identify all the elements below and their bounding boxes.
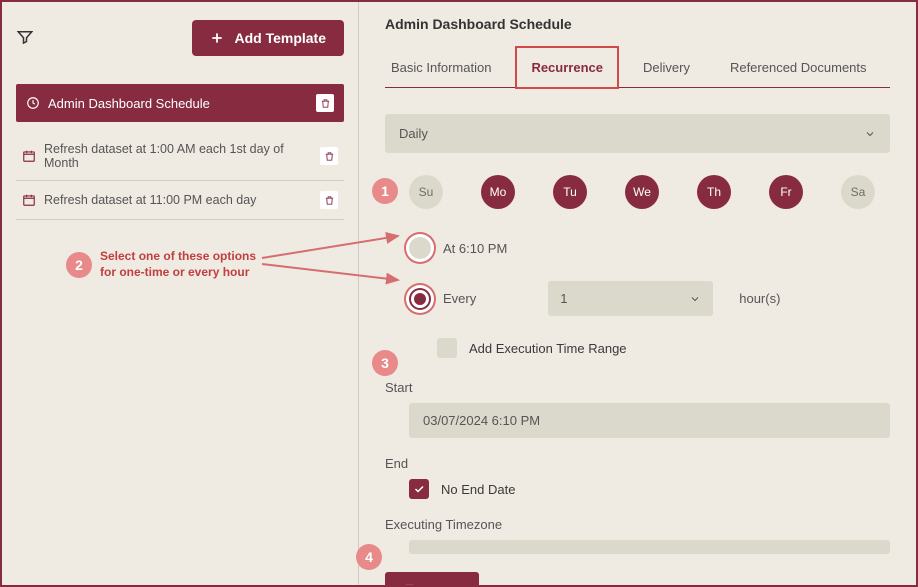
frequency-value: Daily	[399, 126, 428, 141]
no-end-date-checkbox[interactable]	[409, 479, 429, 499]
app-frame: Add Template Admin Dashboard Schedule	[0, 0, 918, 587]
content-panel: Admin Dashboard Schedule Basic Informati…	[358, 2, 916, 585]
delete-row-button[interactable]	[320, 191, 338, 209]
add-execution-range-row: Add Execution Time Range	[437, 338, 890, 358]
add-execution-range-label: Add Execution Time Range	[469, 341, 627, 356]
chevron-down-icon	[864, 128, 876, 140]
callout-arrow	[262, 230, 422, 290]
hour-unit-label: hour(s)	[739, 291, 780, 306]
no-end-date-label: No End Date	[441, 482, 515, 497]
hour-interval-value: 1	[560, 291, 567, 306]
schedule-row[interactable]: Refresh dataset at 1:00 AM each 1st day …	[16, 132, 344, 181]
schedule-icon	[26, 96, 40, 110]
day-sa[interactable]: Sa	[841, 175, 875, 209]
timezone-field[interactable]	[409, 540, 890, 554]
tab-delivery[interactable]: Delivery	[637, 50, 696, 87]
callout-text-2: Select one of these options for one-time…	[100, 248, 256, 280]
day-th[interactable]: Th	[697, 175, 731, 209]
save-button[interactable]: Save	[385, 572, 479, 587]
page-title: Admin Dashboard Schedule	[385, 16, 890, 32]
add-execution-range-checkbox[interactable]	[437, 338, 457, 358]
schedule-header-title: Admin Dashboard Schedule	[48, 96, 308, 111]
callout-badge-3: 3	[372, 350, 398, 376]
radio-every-label: Every	[443, 291, 476, 306]
day-mo[interactable]: Mo	[481, 175, 515, 209]
radio-every[interactable]	[409, 288, 431, 310]
tabs: Basic Information Recurrence Delivery Re…	[385, 50, 890, 88]
day-we[interactable]: We	[625, 175, 659, 209]
schedule-row-label: Refresh dataset at 1:00 AM each 1st day …	[44, 142, 312, 170]
tab-recurrence[interactable]: Recurrence	[525, 50, 609, 87]
tab-basic-info[interactable]: Basic Information	[385, 50, 497, 87]
start-label: Start	[385, 380, 890, 395]
time-options: At 6:10 PM Every 1 hour(s)	[409, 237, 890, 316]
sidebar: Add Template Admin Dashboard Schedule	[2, 2, 358, 585]
frequency-select[interactable]: Daily	[385, 114, 890, 153]
start-datetime-value: 03/07/2024 6:10 PM	[423, 413, 540, 428]
timezone-label: Executing Timezone	[385, 517, 890, 532]
tab-referenced-documents[interactable]: Referenced Documents	[724, 50, 873, 87]
day-tu[interactable]: Tu	[553, 175, 587, 209]
add-template-label: Add Template	[234, 30, 326, 46]
schedule-row[interactable]: Refresh dataset at 11:00 PM each day	[16, 181, 344, 220]
delete-schedule-button[interactable]	[316, 94, 334, 112]
hour-interval-select[interactable]: 1	[548, 281, 713, 316]
calendar-icon	[22, 193, 36, 207]
schedule-row-label: Refresh dataset at 11:00 PM each day	[44, 193, 312, 207]
day-su[interactable]: Su	[409, 175, 443, 209]
save-icon	[403, 583, 418, 587]
add-template-button[interactable]: Add Template	[192, 20, 344, 56]
save-button-label: Save	[428, 582, 461, 587]
calendar-icon	[22, 149, 36, 163]
filter-icon[interactable]	[16, 28, 34, 49]
delete-row-button[interactable]	[320, 147, 338, 165]
radio-at-time-label: At 6:10 PM	[443, 241, 507, 256]
chevron-down-icon	[689, 293, 701, 305]
callout-badge-1: 1	[372, 178, 398, 204]
day-fr[interactable]: Fr	[769, 175, 803, 209]
end-label: End	[385, 456, 890, 471]
schedule-header[interactable]: Admin Dashboard Schedule	[16, 84, 344, 122]
start-datetime-field[interactable]: 03/07/2024 6:10 PM	[409, 403, 890, 438]
day-picker: Su Mo Tu We Th Fr Sa	[385, 175, 890, 209]
callout-badge-4: 4	[356, 544, 382, 570]
callout-badge-2: 2	[66, 252, 92, 278]
